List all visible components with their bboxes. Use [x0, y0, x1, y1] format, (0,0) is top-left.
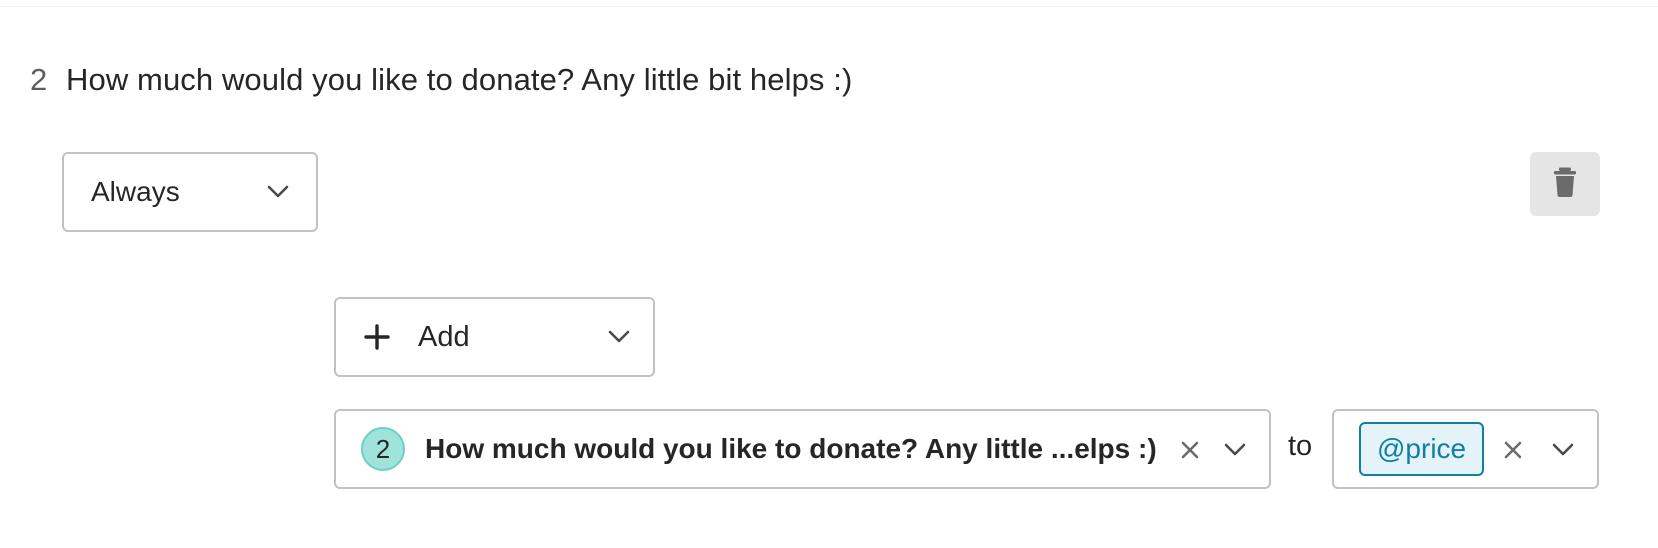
plus-icon [364, 324, 390, 350]
question-number: 2 [30, 62, 48, 97]
add-action-label: Add [418, 320, 470, 353]
logic-rule-panel: 2 How much would you like to donate? Any… [0, 0, 1658, 548]
delete-rule-button[interactable] [1530, 152, 1600, 216]
chevron-down-icon[interactable] [1551, 438, 1575, 462]
source-question-value: How much would you like to donate? Any l… [425, 433, 1157, 464]
question-title: How much would you like to donate? Any l… [66, 62, 853, 97]
question-number-badge: 2 [361, 427, 405, 471]
variable-chip[interactable]: @price [1359, 422, 1485, 476]
close-icon[interactable] [1179, 439, 1201, 461]
trash-icon [1553, 167, 1577, 202]
close-icon[interactable] [1502, 439, 1524, 461]
source-question-select[interactable]: 2 How much would you like to donate? Any… [334, 409, 1271, 489]
top-divider [0, 0, 1658, 7]
question-heading: 2 How much would you like to donate? Any… [30, 58, 852, 102]
chevron-down-icon[interactable] [1223, 438, 1247, 462]
to-connector-label: to [1288, 430, 1313, 462]
chevron-down-icon [266, 180, 290, 204]
chevron-down-icon [607, 325, 631, 349]
condition-select-value: Always [91, 176, 180, 207]
add-action-select[interactable]: Add [334, 297, 655, 377]
target-variable-select[interactable]: @price [1332, 409, 1599, 489]
condition-select[interactable]: Always [62, 152, 318, 232]
